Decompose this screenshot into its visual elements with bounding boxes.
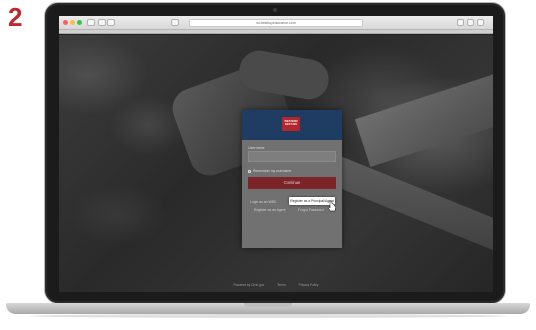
share-icon[interactable] bbox=[457, 19, 464, 26]
tabs-icon[interactable] bbox=[467, 19, 474, 26]
register-agent-link[interactable]: Register as an Agent bbox=[254, 208, 285, 212]
laptop-notch bbox=[244, 303, 292, 307]
page-footer: Powered by Civic.gov Terms Privacy Polic… bbox=[59, 283, 493, 287]
username-label: Username bbox=[248, 146, 265, 150]
tab-bar bbox=[59, 30, 493, 34]
forward-button[interactable] bbox=[107, 19, 115, 26]
forgot-password-link[interactable]: Forgot Password bbox=[298, 208, 324, 212]
shield-icon[interactable] bbox=[171, 19, 179, 26]
terms-link[interactable]: Terms bbox=[277, 283, 286, 287]
url-text: wi.bestbuyinsurance.com bbox=[256, 21, 296, 25]
address-bar[interactable]: wi.bestbuyinsurance.com bbox=[189, 19, 363, 27]
window-minimize-button[interactable] bbox=[70, 20, 75, 25]
remember-label: Remember my username bbox=[253, 169, 292, 173]
window-maximize-button[interactable] bbox=[77, 20, 82, 25]
laptop-lid: wi.bestbuyinsurance.com WESTERN BEST INS bbox=[44, 2, 506, 304]
back-button[interactable] bbox=[98, 19, 106, 26]
pointer-cursor-icon bbox=[327, 200, 337, 212]
logo-text: WESTERN BEST INS bbox=[284, 120, 298, 126]
tutorial-figure: 2 wi.bestbuyinsurance.com WESTERN BEST I… bbox=[0, 0, 536, 330]
company-logo: WESTERN BEST INS bbox=[282, 117, 300, 131]
username-input[interactable] bbox=[248, 151, 336, 162]
login-card-header: WESTERN BEST INS bbox=[242, 110, 342, 140]
login-wbc-link[interactable]: Login as an WBC bbox=[250, 200, 276, 204]
laptop-base bbox=[6, 303, 530, 314]
privacy-link[interactable]: Privacy Policy bbox=[299, 283, 319, 287]
login-page: WESTERN BEST INS Username Remember my us… bbox=[59, 35, 493, 292]
window-close-button[interactable] bbox=[63, 20, 68, 25]
laptop-shadow bbox=[30, 314, 506, 318]
login-form: Username Remember my username Continue L… bbox=[242, 140, 342, 248]
laptop-screen: wi.bestbuyinsurance.com WESTERN BEST INS bbox=[59, 16, 493, 292]
continue-button[interactable]: Continue bbox=[248, 177, 336, 189]
login-card: WESTERN BEST INS Username Remember my us… bbox=[242, 110, 342, 248]
remember-checkbox[interactable] bbox=[248, 170, 251, 173]
step-number: 2 bbox=[8, 2, 23, 32]
camera-icon bbox=[273, 8, 277, 12]
background-plank bbox=[354, 73, 493, 167]
powered-by-text: Powered by Civic.gov bbox=[233, 283, 265, 287]
sidebar-toggle-icon[interactable] bbox=[87, 19, 95, 26]
new-tab-icon[interactable] bbox=[477, 19, 484, 26]
browser-toolbar: wi.bestbuyinsurance.com bbox=[59, 16, 493, 30]
